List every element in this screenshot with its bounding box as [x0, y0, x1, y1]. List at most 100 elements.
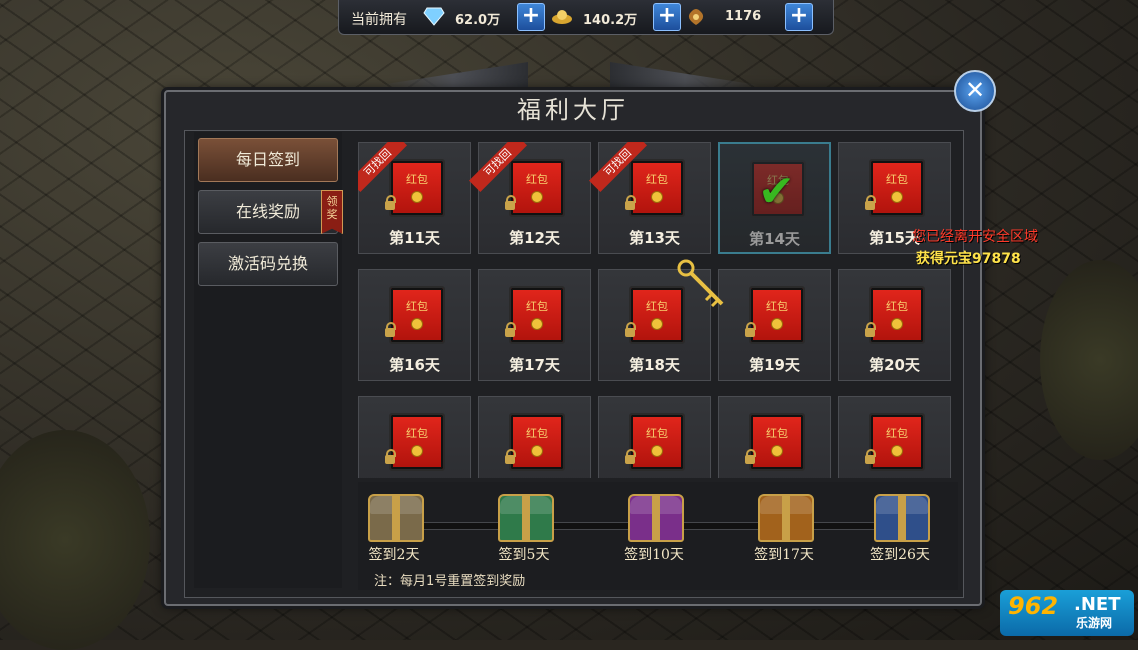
- menu-label: 在线奖励: [235, 202, 300, 221]
- coin-icon: [531, 191, 543, 203]
- envelope-label: 红包: [406, 300, 428, 313]
- chest-label: 签到5天: [498, 547, 550, 563]
- add-gold-button[interactable]: +: [653, 3, 681, 31]
- day-label: 第18天: [629, 356, 680, 374]
- signin-day-cell[interactable]: 红包 可找回 第13天: [589, 142, 711, 254]
- coin-icon: [651, 191, 663, 203]
- red-envelope-icon: 红包: [389, 286, 445, 344]
- treasure-chest-icon[interactable]: [874, 494, 930, 542]
- treasure-chest-icon[interactable]: [628, 494, 684, 542]
- chest-band: [522, 496, 530, 540]
- envelope-label: 红包: [646, 173, 668, 186]
- watermark-net: .NET: [1074, 594, 1121, 615]
- signin-day-cell[interactable]: 红包 第20天: [838, 269, 951, 381]
- red-envelope-icon: 红包: [509, 159, 565, 217]
- watermark-site-name: 乐游网: [1076, 616, 1113, 630]
- coin-icon: [411, 318, 423, 330]
- red-envelope-icon: 红包: [869, 159, 925, 217]
- day-label: 第14天: [749, 230, 800, 248]
- lock-icon: [505, 195, 516, 210]
- currency-bar: 当前拥有 62.0万 + 140.2万 + 1176 +: [338, 0, 834, 35]
- reset-note: 注：每月1号重置签到奖励: [374, 574, 526, 589]
- signin-day-cell[interactable]: 红包: [478, 396, 591, 478]
- coin-icon: [531, 318, 543, 330]
- signin-day-cell[interactable]: 红包 可找回 第11天: [358, 142, 471, 254]
- day-label: 第13天: [629, 229, 680, 247]
- signin-day-cell[interactable]: 红包 可找回 第12天: [469, 142, 591, 254]
- red-envelope-icon: 红包: [869, 413, 925, 471]
- coin-icon: [891, 191, 903, 203]
- lock-icon: [745, 449, 756, 464]
- watermark-number: 962: [1008, 592, 1059, 620]
- close-button[interactable]: ✕: [954, 70, 996, 112]
- coin-icon: [891, 318, 903, 330]
- menu-code-redeem[interactable]: 激活码兑换: [198, 242, 338, 286]
- lock-icon: [625, 322, 636, 337]
- lock-icon: [865, 322, 876, 337]
- red-envelope-icon: 红包: [749, 286, 805, 344]
- coin-icon: [771, 318, 783, 330]
- treasure-chest-icon[interactable]: [758, 494, 814, 542]
- signin-day-cell[interactable]: 红包 ✔ 第14天: [718, 142, 831, 254]
- day-label: 第16天: [389, 356, 440, 374]
- chest-label: 签到2天: [368, 547, 420, 563]
- diamond-icon: [423, 7, 445, 26]
- lock-icon: [385, 449, 396, 464]
- signin-day-cell[interactable]: 红包: [718, 396, 831, 478]
- key-icon: [677, 259, 724, 308]
- currency-label: 当前拥有: [351, 12, 407, 28]
- coin-amount: 1176: [725, 9, 762, 24]
- day-label: 第12天: [509, 229, 560, 247]
- envelope-label: 红包: [886, 300, 908, 313]
- safe-zone-message: 您已经离开安全区域: [912, 229, 1038, 245]
- side-menu: 每日签到 在线奖励 领奖 激活码兑换: [194, 132, 343, 588]
- red-envelope-icon: 红包: [389, 413, 445, 471]
- signin-day-cell[interactable]: 红包: [838, 396, 951, 478]
- signin-day-cell[interactable]: 红包 第17天: [478, 269, 591, 381]
- day-label: 第19天: [749, 356, 800, 374]
- signin-reward-bar: 签到2天 签到5天 签到10天 签到17天 签到26天 注：每月1号重置签到奖励: [358, 482, 958, 590]
- red-envelope-icon: 红包: [629, 413, 685, 471]
- treasure-chest-icon[interactable]: [368, 494, 424, 542]
- envelope-label: 红包: [406, 173, 428, 186]
- menu-daily-signin[interactable]: 每日签到: [198, 138, 338, 182]
- panel-title: 福利大厅: [517, 96, 629, 124]
- coin-bag-icon: [688, 9, 704, 25]
- chest-band: [392, 496, 400, 540]
- diamond-amount: 62.0万: [455, 13, 501, 28]
- red-envelope-icon: 红包: [869, 286, 925, 344]
- lock-icon: [865, 195, 876, 210]
- lock-icon: [865, 449, 876, 464]
- red-envelope-icon: 红包: [749, 413, 805, 471]
- lock-icon: [625, 449, 636, 464]
- ingot-gained-message: 获得元宝97878: [916, 251, 1021, 267]
- lock-icon: [505, 322, 516, 337]
- signin-day-cell[interactable]: 红包: [358, 396, 471, 478]
- site-watermark-logo: 962 .NET 乐游网: [1000, 590, 1134, 636]
- chest-label: 签到17天: [754, 547, 814, 563]
- red-envelope-icon: 红包: [629, 159, 685, 217]
- add-coin-button[interactable]: +: [785, 3, 813, 31]
- envelope-label: 红包: [526, 427, 548, 440]
- lock-icon: [505, 449, 516, 464]
- menu-online-reward[interactable]: 在线奖励 领奖: [198, 190, 343, 234]
- coin-icon: [651, 318, 663, 330]
- envelope-label: 红包: [766, 427, 788, 440]
- chest-band: [898, 496, 906, 540]
- gold-ingot-icon: [552, 10, 572, 24]
- signin-day-cell[interactable]: 红包第19天: [718, 269, 831, 381]
- chest-band: [652, 496, 660, 540]
- coin-icon: [411, 191, 423, 203]
- signin-day-cell[interactable]: 红包: [598, 396, 711, 478]
- add-diamond-button[interactable]: +: [517, 3, 545, 31]
- signin-day-cell[interactable]: 红包第16天: [358, 269, 471, 381]
- envelope-label: 红包: [526, 173, 548, 186]
- lock-icon: [385, 322, 396, 337]
- signin-grid: 红包 可找回 第11天 红包 可找回 第12天 红包 可找回 第13天 红包 ✔ 第14天 红包 第15天…: [358, 142, 958, 478]
- envelope-label: 红包: [766, 300, 788, 313]
- coin-icon: [411, 445, 423, 457]
- envelope-label: 红包: [406, 427, 428, 440]
- envelope-label: 红包: [886, 427, 908, 440]
- treasure-chest-icon[interactable]: [498, 494, 554, 542]
- menu-label: 每日签到: [235, 150, 300, 169]
